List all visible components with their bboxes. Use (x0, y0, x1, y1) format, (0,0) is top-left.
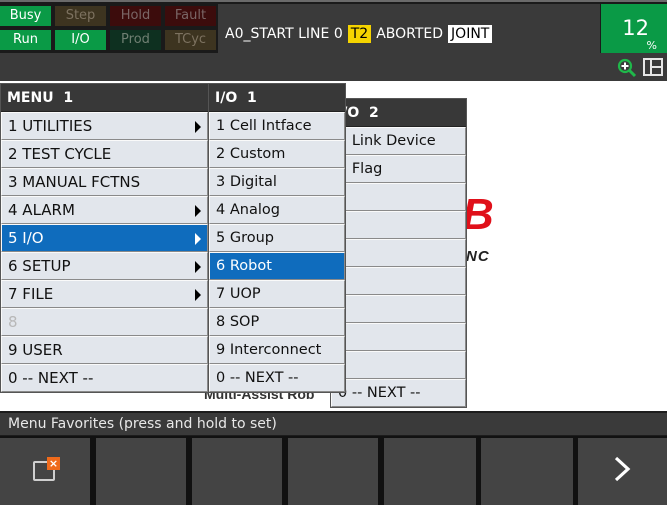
main-menu: MENU 1 1 UTILITIES 2 TEST CYCLE 3 MANUAL… (0, 83, 209, 393)
program-status-line[interactable]: A0_START LINE 0 T2 ABORTED JOINT (218, 4, 600, 53)
screen-toolbar (0, 53, 667, 81)
menu-item-next[interactable]: 0 -- NEXT -- (1, 364, 208, 392)
io2-item-5[interactable] (331, 239, 466, 267)
menu-item-label: 3 MANUAL FCTNS (8, 173, 141, 191)
led-hold: Hold (110, 6, 161, 26)
favorite-button-5[interactable] (384, 438, 476, 505)
submenu-arrow-icon (195, 121, 201, 133)
menu-item-label: 9 Interconnect (216, 342, 322, 358)
mode-badge: T2 (347, 25, 372, 43)
menu-item-label: 2 TEST CYCLE (8, 145, 112, 163)
favorite-button-1[interactable]: × (0, 438, 90, 505)
favorite-button-2[interactable] (96, 438, 186, 505)
io1-menu: I/O 1 1 Cell Intface 2 Custom 3 Digital … (208, 83, 346, 393)
led-run: Run (0, 30, 51, 50)
menu-item-label: 8 (8, 313, 18, 331)
menu-item-manual-fctns[interactable]: 3 MANUAL FCTNS (1, 168, 208, 196)
menu-item-label: 4 Analog (216, 202, 280, 218)
main-menu-title: MENU 1 (1, 84, 208, 112)
io2-item-8[interactable] (331, 323, 466, 351)
io2-menu-title: I/O 2 (331, 99, 466, 127)
io2-item-6[interactable] (331, 267, 466, 295)
io1-item-analog[interactable]: 4 Analog (209, 196, 345, 224)
favorite-button-4[interactable] (288, 438, 378, 505)
led-fault: Fault (165, 6, 216, 26)
submenu-arrow-icon (195, 205, 201, 217)
menu-item-label: 7 FILE (8, 285, 54, 303)
menu-item-test-cycle[interactable]: 2 TEST CYCLE (1, 140, 208, 168)
favorite-button-6[interactable] (481, 438, 573, 505)
zoom-in-icon[interactable] (617, 58, 637, 78)
io1-item-robot[interactable]: 6 Robot (209, 252, 345, 280)
menu-item-label: 9 USER (8, 341, 63, 359)
menu-item-alarm[interactable]: 4 ALARM (1, 196, 208, 224)
menu-item-label: 3 Digital (216, 174, 277, 190)
split-screen-icon[interactable] (643, 58, 663, 76)
menu-item-label: 5 I/O (8, 229, 44, 247)
menu-item-label: 1 Link Device (338, 133, 436, 149)
io1-item-uop[interactable]: 7 UOP (209, 280, 345, 308)
brand-logo-subtext: NC (466, 248, 490, 265)
io2-menu: I/O 2 1 Link Device 2 Flag 0 -- NEXT -- (330, 98, 467, 408)
menu-item-setup[interactable]: 6 SETUP (1, 252, 208, 280)
menu-item-8-disabled: 8 (1, 308, 208, 336)
override-value: 12 (622, 16, 649, 40)
led-tcyc: TCyc (165, 30, 216, 50)
favorite-button-3[interactable] (192, 438, 282, 505)
close-badge-icon: × (47, 457, 60, 470)
menu-item-label: 4 ALARM (8, 201, 75, 219)
menu-item-label: 0 -- NEXT -- (338, 385, 421, 401)
led-io: I/O (55, 30, 106, 50)
io2-item-7[interactable] (331, 295, 466, 323)
io1-item-interconnect[interactable]: 9 Interconnect (209, 336, 345, 364)
menu-item-label: 6 SETUP (8, 257, 71, 275)
led-busy: Busy (0, 6, 51, 26)
menu-item-label: 1 UTILITIES (8, 117, 93, 135)
menu-item-label: 6 Robot (216, 258, 272, 274)
led-step: Step (55, 6, 106, 26)
menu-item-label: 0 -- NEXT -- (8, 369, 94, 387)
status-bar: Busy Step Hold Fault Run I/O Prod TCyc A… (0, 0, 667, 53)
io1-menu-title: I/O 1 (209, 84, 345, 112)
program-state: ABORTED (376, 26, 444, 42)
io2-item-4[interactable] (331, 211, 466, 239)
program-name: A0_START LINE 0 (225, 26, 343, 42)
submenu-arrow-icon (195, 289, 201, 301)
menu-item-utilities[interactable]: 1 UTILITIES (1, 112, 208, 140)
io1-item-cell-intface[interactable]: 1 Cell Intface (209, 112, 345, 140)
menu-item-label: 1 Cell Intface (216, 118, 312, 134)
menu-item-label: 5 Group (216, 230, 274, 246)
io1-item-group[interactable]: 5 Group (209, 224, 345, 252)
override-unit: % (646, 39, 657, 52)
menu-item-label: 0 -- NEXT -- (216, 370, 299, 386)
menu-favorites-label: Menu Favorites (press and hold to set) (0, 413, 667, 435)
io1-item-next[interactable]: 0 -- NEXT -- (209, 364, 345, 392)
io1-item-custom[interactable]: 2 Custom (209, 140, 345, 168)
favorites-bar: × (0, 436, 667, 505)
chevron-right-icon[interactable] (612, 454, 632, 484)
io2-item-3[interactable] (331, 183, 466, 211)
speed-override[interactable]: 12 % (601, 4, 667, 53)
menu-item-io[interactable]: 5 I/O (1, 224, 208, 252)
menu-item-file[interactable]: 7 FILE (1, 280, 208, 308)
menu-item-label: 2 Custom (216, 146, 286, 162)
io1-item-sop[interactable]: 8 SOP (209, 308, 345, 336)
menu-item-label: 7 UOP (216, 286, 261, 302)
io2-item-next[interactable]: 0 -- NEXT -- (331, 379, 466, 407)
submenu-arrow-icon (195, 261, 201, 273)
coord-system-badge: JOINT (448, 25, 493, 43)
io2-item-9[interactable] (331, 351, 466, 379)
io2-item-flag[interactable]: 2 Flag (331, 155, 466, 183)
submenu-arrow-icon (195, 233, 201, 245)
led-prod: Prod (110, 30, 161, 50)
menu-item-user[interactable]: 9 USER (1, 336, 208, 364)
io2-item-link-device[interactable]: 1 Link Device (331, 127, 466, 155)
io1-item-digital[interactable]: 3 Digital (209, 168, 345, 196)
menu-item-label: 8 SOP (216, 314, 260, 330)
